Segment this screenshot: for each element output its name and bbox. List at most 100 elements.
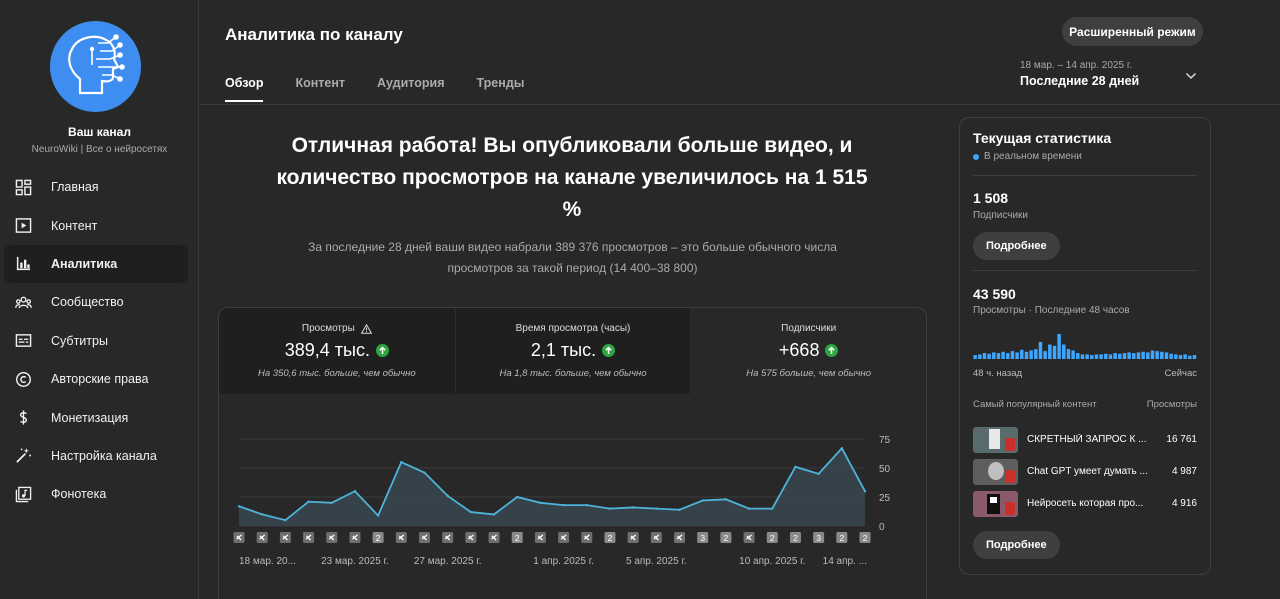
sidebar-item-content[interactable]: Контент <box>4 206 188 244</box>
sidebar-item-subtitles[interactable]: Субтитры <box>4 322 188 360</box>
sparkline-bar[interactable] <box>1094 354 1099 359</box>
sparkline-bar[interactable] <box>1024 351 1029 359</box>
sparkline-bar[interactable] <box>982 353 987 359</box>
sparkline-bar[interactable] <box>1132 353 1136 359</box>
data-point[interactable] <box>307 500 310 503</box>
sparkline-bar[interactable] <box>1090 355 1094 359</box>
sparkline-bar[interactable] <box>1010 351 1015 359</box>
short-video-marker[interactable] <box>488 532 500 543</box>
sparkline-bar[interactable] <box>1155 351 1159 359</box>
data-point[interactable] <box>516 495 519 499</box>
short-video-marker[interactable] <box>442 532 454 543</box>
sparkline-bar[interactable] <box>1062 344 1066 359</box>
date-period-label[interactable]: Последние 28 дней <box>1020 74 1139 88</box>
data-point[interactable] <box>469 510 473 514</box>
sparkline-bar[interactable] <box>1066 349 1071 359</box>
sparkline-bar[interactable] <box>1127 352 1131 359</box>
data-point[interactable] <box>655 507 658 510</box>
sparkline-bar[interactable] <box>1113 353 1117 359</box>
sparkline-bar[interactable] <box>978 354 982 359</box>
short-video-marker[interactable] <box>349 532 361 543</box>
upload-count-marker[interactable]: 3 <box>813 532 825 543</box>
date-range-text[interactable]: 18 мар. – 14 апр. 2025 г. <box>1020 60 1132 71</box>
sparkline-bar[interactable] <box>1183 354 1187 359</box>
sparkline-bar[interactable] <box>1052 345 1057 359</box>
sparkline-bar[interactable] <box>1001 351 1005 359</box>
sparkline-bar[interactable] <box>1169 353 1173 359</box>
short-video-marker[interactable] <box>650 532 662 543</box>
data-point[interactable] <box>771 507 774 510</box>
warning-icon[interactable] <box>360 323 372 334</box>
top-content-item[interactable]: Нейросеть которая про... 4 916 <box>973 490 1197 517</box>
sparkline-bar[interactable] <box>1057 334 1061 359</box>
data-point[interactable] <box>747 507 751 510</box>
more-subscribers-button[interactable]: Подробнее <box>973 232 1060 260</box>
upload-count-marker[interactable]: 2 <box>720 532 732 543</box>
sparkline-bar[interactable] <box>1038 341 1043 359</box>
sparkline-bar[interactable] <box>1174 354 1178 359</box>
data-point[interactable] <box>423 471 426 474</box>
short-video-marker[interactable] <box>418 532 430 543</box>
sidebar-item-analytics[interactable]: Аналитика <box>4 244 188 284</box>
upload-count-marker[interactable]: 2 <box>511 532 523 543</box>
sparkline-bar[interactable] <box>1141 351 1145 359</box>
short-video-marker[interactable] <box>279 532 291 543</box>
sparkline-bar[interactable] <box>1043 351 1047 359</box>
upload-count-marker[interactable]: 2 <box>604 532 616 543</box>
data-point[interactable] <box>400 461 403 464</box>
sparkline-bar[interactable] <box>1108 354 1113 359</box>
short-video-marker[interactable] <box>627 532 639 543</box>
data-point[interactable] <box>330 501 333 504</box>
sidebar-item-dashboard[interactable]: Главная <box>4 168 188 206</box>
data-point[interactable] <box>562 503 565 507</box>
sparkline-bar[interactable] <box>1099 354 1103 359</box>
data-point[interactable] <box>376 514 380 517</box>
short-video-marker[interactable] <box>256 532 268 543</box>
upload-count-marker[interactable]: 2 <box>859 532 871 543</box>
short-video-marker[interactable] <box>581 532 593 543</box>
sidebar-item-copyright[interactable]: Авторские права <box>4 360 188 398</box>
sparkline-bar[interactable] <box>1122 353 1127 359</box>
realtime-sparkline[interactable] <box>973 333 1197 359</box>
data-point[interactable] <box>608 507 612 510</box>
metric-views[interactable]: Просмотры 389,4 тыс. На 350,6 тыс. больш… <box>219 308 455 394</box>
short-video-marker[interactable] <box>743 532 755 543</box>
short-video-marker[interactable] <box>303 532 315 543</box>
short-video-marker[interactable] <box>674 532 686 543</box>
data-point[interactable] <box>492 513 496 516</box>
data-point[interactable] <box>701 499 704 502</box>
more-top-content-button[interactable]: Подробнее <box>973 531 1060 559</box>
sparkline-bar[interactable] <box>1118 353 1122 359</box>
data-point[interactable] <box>260 513 264 516</box>
advanced-mode-button[interactable]: Расширенный режим <box>1062 17 1203 46</box>
short-video-marker[interactable] <box>326 532 338 543</box>
sparkline-bar[interactable] <box>1146 352 1150 359</box>
channel-avatar[interactable] <box>50 21 141 112</box>
tab-audience[interactable]: Аудитория <box>377 76 445 100</box>
data-point[interactable] <box>794 465 797 469</box>
sparkline-bar[interactable] <box>996 353 1001 359</box>
sidebar-item-monetization[interactable]: Монетизация <box>4 398 188 436</box>
metric-subscribers[interactable]: Подписчики +668 На 575 больше, чем обычн… <box>690 308 926 394</box>
sparkline-bar[interactable] <box>1034 349 1038 359</box>
sparkline-bar[interactable] <box>1080 354 1085 359</box>
sparkline-bar[interactable] <box>1029 350 1033 359</box>
sidebar-item-audio-library[interactable]: Фонотека <box>4 475 188 513</box>
sparkline-bar[interactable] <box>1150 350 1155 359</box>
data-point[interactable] <box>353 490 357 493</box>
sparkline-bar[interactable] <box>1104 353 1108 359</box>
sparkline-bar[interactable] <box>1178 355 1183 359</box>
sparkline-bar[interactable] <box>1160 351 1164 359</box>
sidebar-item-community[interactable]: Сообщество <box>4 283 188 321</box>
upload-count-marker[interactable]: 2 <box>766 532 778 543</box>
upload-count-marker[interactable]: 2 <box>789 532 801 543</box>
tab-overview[interactable]: Обзор <box>225 76 264 102</box>
sidebar-item-customization[interactable]: Настройка канала <box>4 437 188 475</box>
sparkline-bar[interactable] <box>1015 352 1019 359</box>
data-point[interactable] <box>863 490 867 493</box>
views-area-chart[interactable]: 75 50 25 0 2 2 2 3 2 2 2 3 2 2 18 мар. 20... 23 мар. 20… <box>219 394 926 599</box>
data-point[interactable] <box>724 498 728 501</box>
upload-count-marker[interactable]: 2 <box>836 532 848 543</box>
data-point[interactable] <box>446 494 449 498</box>
metric-watch-time[interactable]: Время просмотра (часы) 2,1 тыс. На 1,8 т… <box>454 308 691 394</box>
